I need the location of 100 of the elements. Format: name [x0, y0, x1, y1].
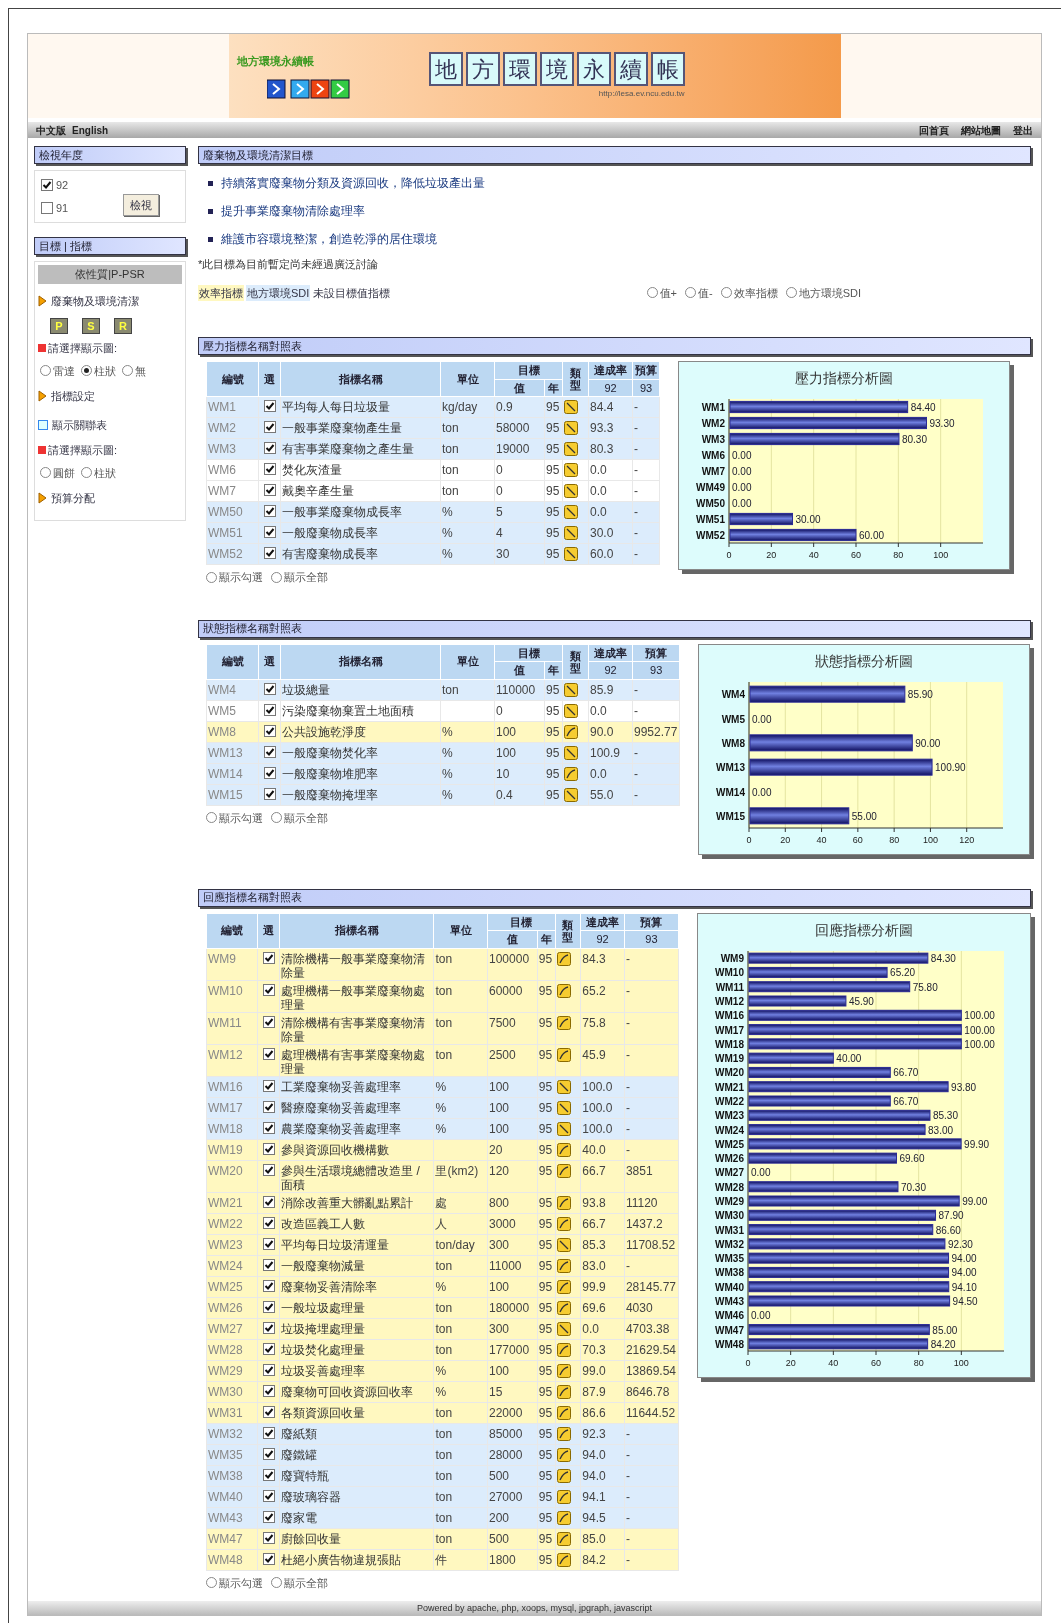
nav-link[interactable]: English — [72, 122, 109, 138]
radio-button[interactable] — [206, 812, 217, 824]
table-cell: 100000 — [487, 948, 538, 980]
category-label: WM49 — [696, 482, 725, 493]
checkbox[interactable] — [262, 1195, 275, 1208]
view-button[interactable]: 檢視 — [123, 193, 159, 216]
checkbox[interactable] — [263, 547, 276, 559]
checkbox[interactable] — [263, 442, 276, 454]
checkbox[interactable] — [262, 1321, 275, 1334]
checkbox[interactable] — [263, 526, 276, 538]
checkbox[interactable] — [263, 484, 276, 496]
arrow-icon — [38, 492, 47, 505]
checkbox[interactable] — [263, 745, 276, 758]
value-label: 0.00 — [751, 1309, 771, 1321]
checkbox[interactable] — [262, 1015, 275, 1028]
checkbox[interactable] — [263, 787, 276, 800]
table-cell: WM52 — [206, 543, 259, 565]
checkbox[interactable] — [262, 1163, 275, 1176]
table-cell: WM51 — [206, 522, 259, 544]
rising-curve-icon — [556, 1300, 571, 1315]
radio-button[interactable] — [122, 365, 133, 377]
checkbox[interactable] — [262, 1342, 275, 1355]
checkbox[interactable] — [263, 463, 276, 475]
checkbox[interactable] — [262, 1258, 275, 1271]
checkbox[interactable] — [262, 1300, 275, 1313]
checkbox[interactable] — [262, 1531, 275, 1544]
table-cell: WM32 — [206, 1423, 258, 1444]
checkbox[interactable] — [263, 682, 276, 695]
note-text: *此目標為目前暫定尚未經過廣泛討論 — [198, 257, 380, 272]
table-cell: WM26 — [206, 1297, 258, 1318]
column-header: 類型 — [562, 361, 589, 397]
column-header: 編號 — [206, 361, 259, 397]
column-header: 指標名稱 — [279, 913, 434, 948]
category-label: WM31 — [715, 1224, 744, 1236]
nav-link[interactable]: 網站地圖 — [961, 122, 1001, 138]
nav-link[interactable]: 登出 — [1013, 122, 1033, 138]
value-label: 66.70 — [893, 1066, 919, 1078]
checkbox[interactable] — [262, 1121, 275, 1134]
tick-label: 40 — [816, 834, 827, 845]
prompt-text: 請選擇顯示圖: — [48, 443, 118, 458]
radio-button[interactable] — [271, 812, 282, 824]
checkbox[interactable] — [263, 421, 276, 433]
checkbox[interactable] — [262, 1100, 275, 1113]
nav-link[interactable]: 中文版 — [36, 122, 66, 138]
sidebar-link[interactable]: 指標設定 — [51, 388, 95, 405]
radio-button[interactable] — [81, 467, 92, 479]
nav-link[interactable]: 回首頁 — [919, 122, 949, 138]
table-cell: WM12 — [206, 1044, 258, 1076]
radio-label: 值+ — [659, 285, 677, 301]
radio-button[interactable] — [785, 287, 797, 299]
checkbox[interactable] — [262, 1552, 275, 1565]
table-cell: WM20 — [206, 1160, 258, 1192]
radio-button[interactable] — [81, 365, 92, 377]
checkbox[interactable] — [262, 1279, 275, 1292]
category-label: WM43 — [715, 1295, 744, 1307]
checkbox[interactable] — [262, 1468, 275, 1481]
checkbox[interactable] — [262, 1363, 275, 1376]
radio-button[interactable] — [206, 1577, 217, 1589]
checkbox[interactable] — [262, 951, 275, 964]
sidebar-link[interactable]: 預算分配 — [51, 490, 95, 507]
radio-button[interactable] — [40, 467, 51, 479]
checkbox[interactable] — [262, 1047, 275, 1060]
checkbox[interactable] — [262, 1142, 275, 1155]
checkbox[interactable] — [262, 1216, 275, 1229]
value-label: 92.30 — [947, 1238, 973, 1250]
table-cell: WM35 — [206, 1444, 258, 1465]
checkbox[interactable] — [263, 505, 276, 517]
radio-button[interactable] — [271, 571, 282, 583]
checkbox[interactable] — [263, 703, 276, 716]
checkbox[interactable] — [41, 179, 53, 192]
checkbox[interactable] — [41, 201, 53, 214]
falling-line-icon — [564, 400, 578, 414]
checkbox[interactable] — [263, 766, 276, 779]
radio-button[interactable] — [646, 287, 658, 299]
radio-button[interactable] — [271, 1577, 282, 1589]
checkbox[interactable] — [262, 1447, 275, 1460]
checkbox[interactable] — [262, 1079, 275, 1092]
checkbox[interactable] — [263, 400, 276, 412]
checkbox[interactable] — [262, 1489, 275, 1502]
checkbox[interactable] — [262, 1384, 275, 1397]
category-label: WM15 — [716, 810, 746, 822]
radio-button[interactable] — [720, 287, 732, 299]
checkbox[interactable] — [262, 1426, 275, 1439]
checkbox[interactable] — [262, 983, 275, 996]
checkbox[interactable] — [262, 1405, 275, 1418]
radio-button[interactable] — [206, 571, 217, 583]
radio-button[interactable] — [40, 365, 51, 377]
radio-label: 無 — [135, 363, 146, 379]
radio-button[interactable] — [685, 287, 696, 299]
checkbox[interactable] — [263, 724, 276, 737]
sidebar-link[interactable]: 顯示關聯表 — [52, 416, 107, 433]
tick-label: 0 — [746, 834, 752, 845]
value-label: 85.90 — [908, 688, 934, 700]
prompt-text: 請選擇顯示圖: — [48, 341, 118, 356]
category-label: WM1 — [701, 402, 725, 413]
value-label: 85.00 — [932, 1324, 958, 1336]
table-cell: WM50 — [206, 501, 259, 523]
checkbox[interactable] — [262, 1510, 275, 1523]
checkbox[interactable] — [262, 1237, 275, 1250]
sidebar-link[interactable]: 廢棄物及環境清潔 — [51, 292, 139, 309]
